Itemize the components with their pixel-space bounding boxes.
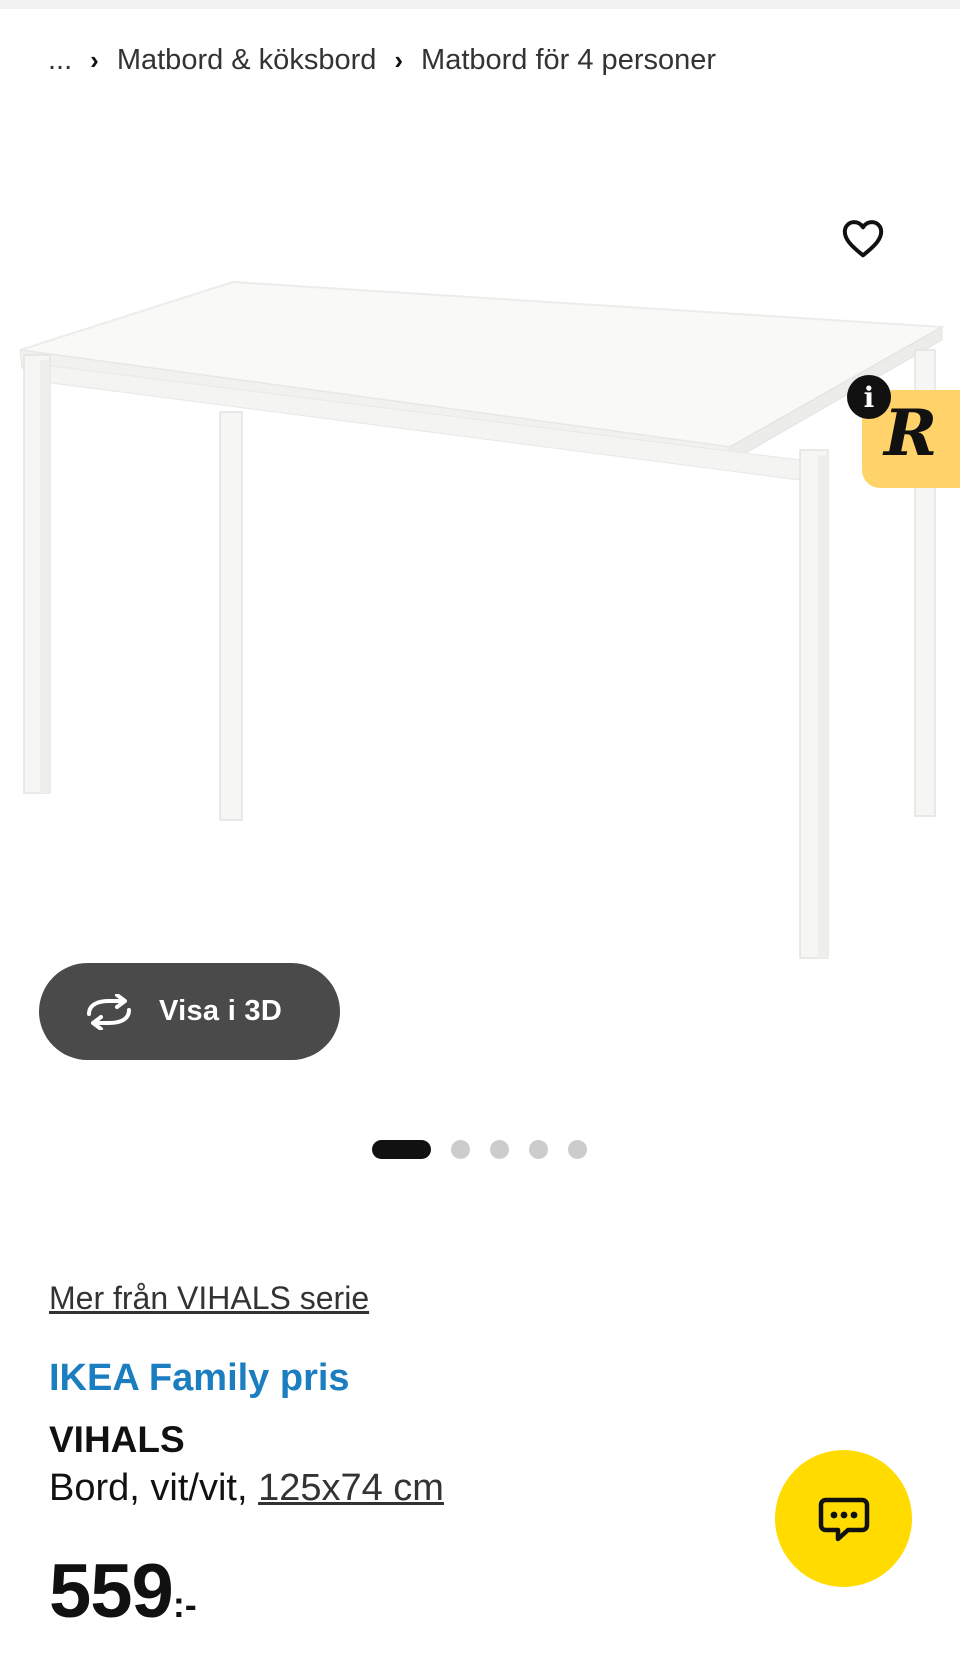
gallery-pagination	[372, 1138, 607, 1160]
product-image[interactable]	[0, 150, 960, 970]
price-suffix: :-	[172, 1584, 197, 1625]
chat-button[interactable]	[775, 1450, 912, 1587]
size-link[interactable]: 125x74 cm	[258, 1467, 444, 1509]
view-3d-label: Visa i 3D	[159, 995, 283, 1027]
pagination-dot[interactable]	[490, 1139, 509, 1159]
r-badge-letter: R	[884, 396, 938, 471]
status-strip	[0, 0, 960, 9]
chevron-right-icon: ›	[394, 44, 404, 75]
breadcrumb: ... › Matbord & köksbord › Matbord för 4…	[48, 40, 716, 80]
heart-icon	[842, 220, 884, 258]
view-3d-button[interactable]: Visa i 3D	[39, 963, 340, 1060]
pagination-dot[interactable]	[568, 1139, 587, 1159]
rotate-3d-icon	[83, 992, 135, 1032]
breadcrumb-item-tables-4[interactable]: Matbord för 4 personer	[421, 44, 716, 77]
pagination-dot-active[interactable]	[372, 1139, 431, 1159]
chevron-right-icon: ›	[90, 44, 99, 75]
chat-bubble-icon	[818, 1497, 869, 1541]
pagination-dot[interactable]	[451, 1139, 470, 1159]
pagination-dot[interactable]	[529, 1139, 548, 1159]
product-description: Bord, vit/vit, 125x74 cm	[49, 1467, 444, 1510]
family-price-label: IKEA Family pris	[49, 1357, 350, 1399]
info-icon[interactable]: i	[847, 375, 891, 419]
price-amount: 559	[49, 1549, 174, 1634]
breadcrumb-ellipsis[interactable]: ...	[48, 44, 72, 77]
product-desc-text: Bord, vit/vit,	[49, 1467, 259, 1509]
breadcrumb-item-dining-tables[interactable]: Matbord & köksbord	[117, 44, 377, 77]
favorite-button[interactable]	[836, 211, 890, 265]
series-link[interactable]: Mer från VIHALS serie	[49, 1280, 369, 1317]
product-price: 559:-	[49, 1548, 197, 1635]
product-name: VIHALS	[49, 1419, 185, 1460]
